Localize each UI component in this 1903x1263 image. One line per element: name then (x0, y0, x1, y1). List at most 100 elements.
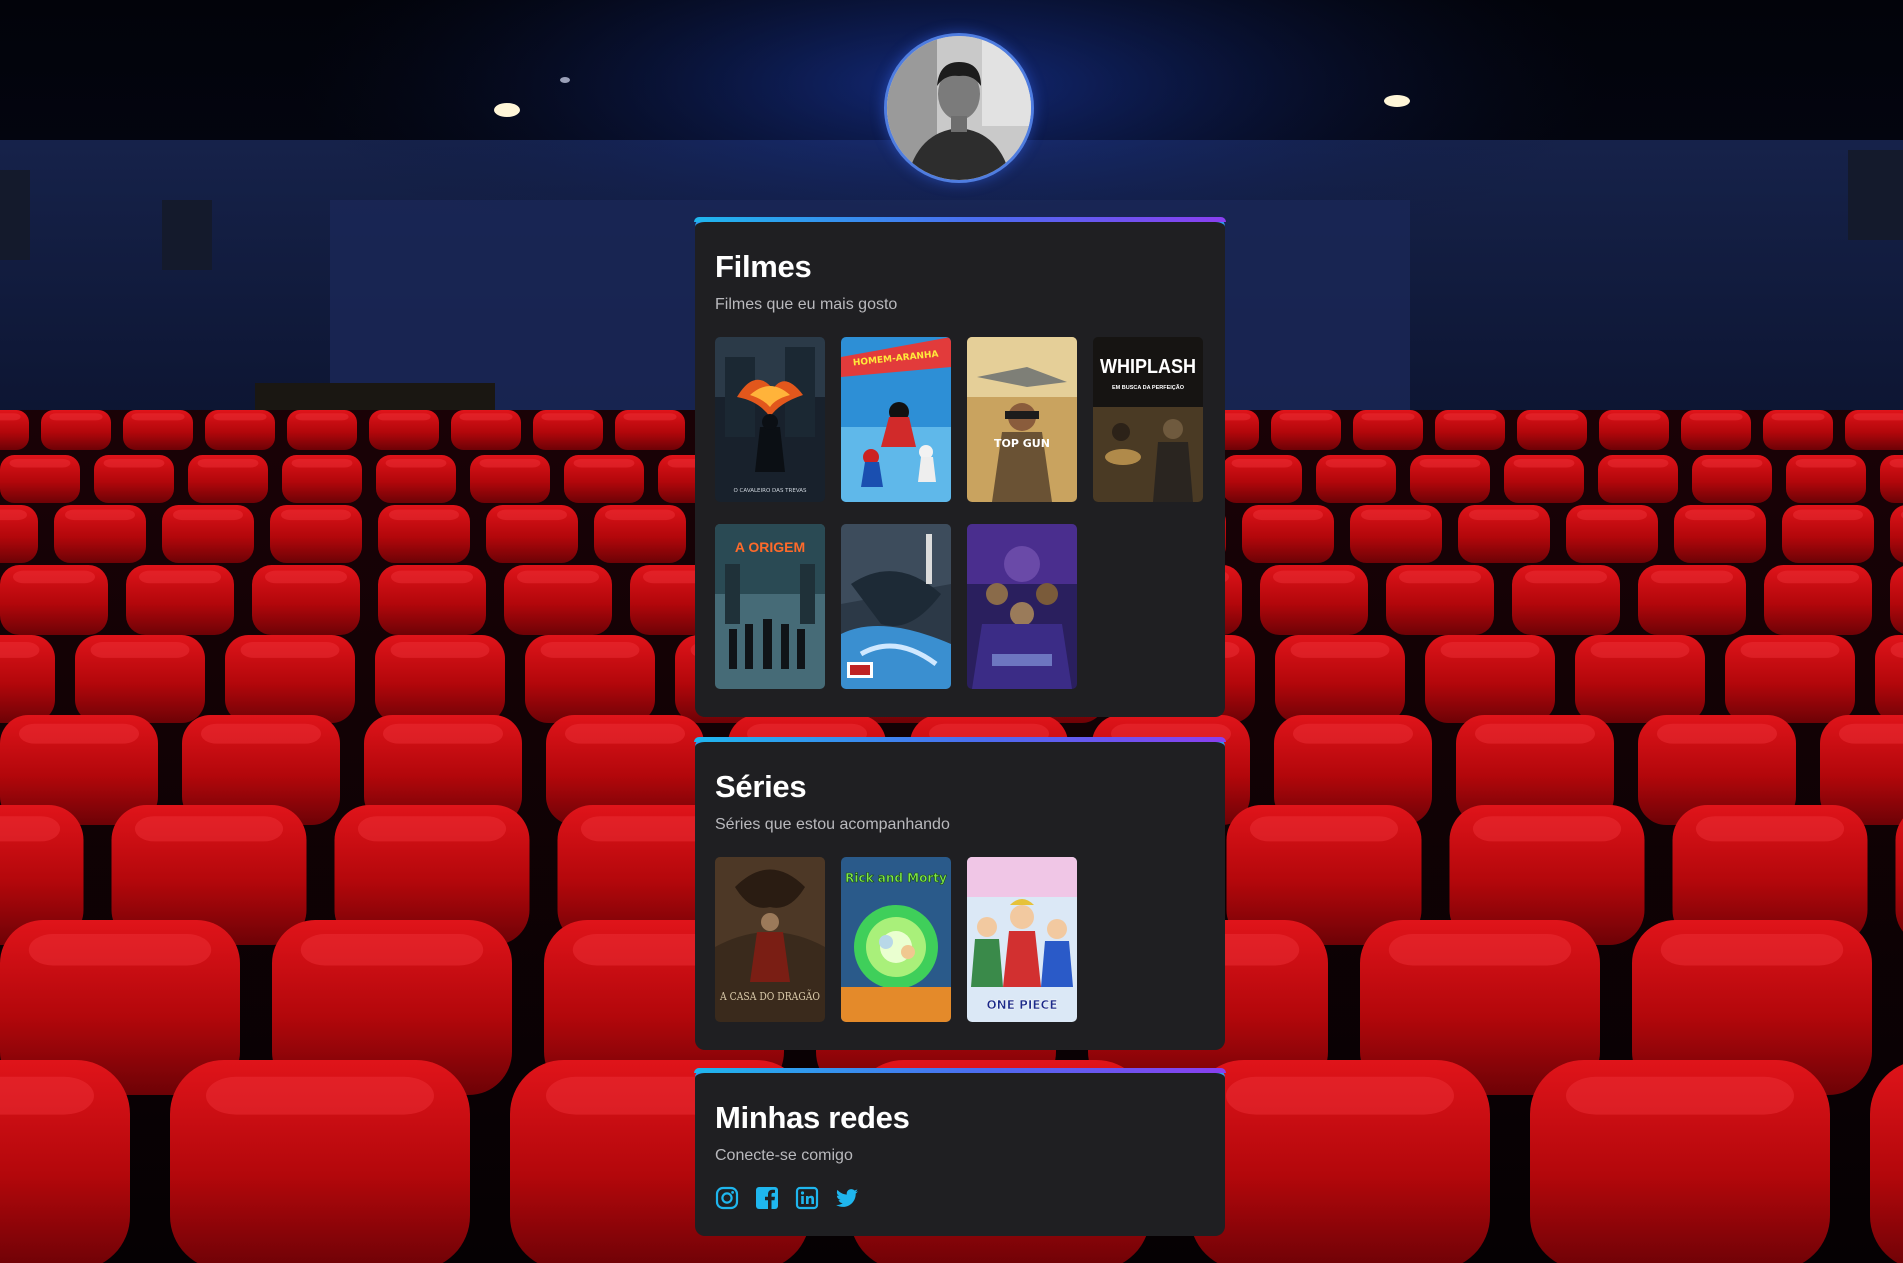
profile-photo (887, 36, 1031, 180)
cinema-seat-highlight (389, 509, 459, 521)
profile-avatar (884, 33, 1034, 183)
cinema-seat-highlight (1513, 458, 1575, 468)
cinema-seat-highlight (1524, 570, 1608, 584)
cinema-seat-highlight (623, 413, 677, 421)
spider-verse-poster[interactable]: HOMEM-ARANHA (841, 337, 951, 502)
rick-and-morty-poster[interactable]: Rick and Morty (841, 857, 951, 1022)
cinema-seat-highlight (1292, 723, 1414, 744)
cinema-seat-highlight (264, 570, 348, 584)
social-title: Minhas redes (715, 1100, 910, 1135)
cinema-seat-highlight (1607, 413, 1661, 421)
cinema-seat-highlight (1776, 570, 1860, 584)
top-gun-poster[interactable]: TOP GUN (967, 337, 1077, 502)
cinema-seat-highlight (1325, 458, 1387, 468)
inception-label: A ORIGEM (735, 539, 805, 555)
cinema-seat-highlight (1272, 570, 1356, 584)
cinema-seat-highlight (459, 413, 513, 421)
whiplash-label: WHIPLASH (1100, 356, 1196, 378)
twitter-icon[interactable] (835, 1186, 859, 1210)
inception-poster[interactable]: A ORIGEM (715, 524, 825, 689)
house-of-dragon-poster[interactable]: A CASA DO DRAGÃO (715, 857, 825, 1022)
cinema-seat-highlight (0, 509, 27, 521)
cinema-seat-highlight (1566, 1076, 1794, 1115)
cinema-seat-highlight (9, 458, 71, 468)
cinema-seat-highlight (390, 642, 490, 658)
cinema-seat-highlight (1419, 458, 1481, 468)
dark-knight-label: O CAVALEIRO DAS TREVAS (733, 488, 807, 494)
cinema-seat-highlight (605, 509, 675, 521)
cinema-seat-highlight (200, 723, 322, 744)
cinema-seat-highlight (1771, 413, 1825, 421)
cinema-seat-highlight (564, 723, 686, 744)
cinema-seat-highlight (1279, 413, 1333, 421)
instagram-icon[interactable] (715, 1186, 739, 1210)
cinema-seat-highlight (1440, 642, 1540, 658)
series-subtitle: Séries que estou acompanhando (715, 816, 950, 833)
cinema-seat-highlight (1660, 934, 1844, 966)
cinema-seat-highlight (516, 570, 600, 584)
cinema-seat-highlight (131, 413, 185, 421)
cinema-seat-highlight (0, 413, 21, 421)
linkedin-icon[interactable] (795, 1186, 819, 1210)
whiplash-poster[interactable]: WHIPLASH EM BUSCA DA PERFEIÇÃO (1093, 337, 1203, 502)
cinema-seat-highlight (1472, 816, 1622, 842)
series-title: Séries (715, 769, 807, 804)
cinema-seat-highlight (134, 816, 284, 842)
cinema-seat-highlight (1226, 1076, 1454, 1115)
cinema-seat-highlight (1398, 570, 1482, 584)
cinema-seat-highlight (357, 816, 507, 842)
cinema-seat-highlight (300, 934, 484, 966)
avengers-poster[interactable] (967, 524, 1077, 689)
cinema-seat-highlight (18, 723, 140, 744)
cinema-seat-highlight (1249, 816, 1399, 842)
facebook-icon[interactable] (755, 1186, 779, 1210)
demon-slayer-poster[interactable] (841, 524, 951, 689)
cinema-seat-highlight (12, 570, 96, 584)
cinema-seat-highlight (1525, 413, 1579, 421)
cinema-seat-highlight (65, 509, 135, 521)
cinema-seat-highlight (103, 458, 165, 468)
cinema-seat-highlight (1795, 458, 1857, 468)
cinema-seat-highlight (0, 1076, 94, 1115)
cinema-seat-highlight (291, 458, 353, 468)
cinema-seat-highlight (1590, 642, 1690, 658)
cinema-seat-highlight (382, 723, 504, 744)
cinema-seat-highlight (1701, 458, 1763, 468)
cinema-seat-highlight (1443, 413, 1497, 421)
cinema-seat-highlight (540, 642, 640, 658)
series-card: Séries Séries que estou acompanhando A C… (694, 737, 1226, 1050)
cinema-seat-highlight (479, 458, 541, 468)
cinema-seat-highlight (173, 509, 243, 521)
rick-and-morty-label: Rick and Morty (845, 871, 947, 885)
one-piece-poster[interactable]: ONE PIECE (967, 857, 1077, 1022)
dark-knight-poster[interactable]: O CAVALEIRO DAS TREVAS (715, 337, 825, 502)
cinema-seat-highlight (390, 570, 474, 584)
whiplash-sublabel: EM BUSCA DA PERFEIÇÃO (1112, 384, 1185, 391)
cinema-seat-highlight (0, 642, 40, 658)
cinema-seat-highlight (1469, 509, 1539, 521)
movies-title: Filmes (715, 249, 812, 284)
cinema-seat-highlight (1474, 723, 1596, 744)
cinema-seat-highlight (1853, 413, 1903, 421)
cinema-seat-highlight (1650, 570, 1734, 584)
cinema-seat-highlight (497, 509, 567, 521)
cinema-seat-highlight (1253, 509, 1323, 521)
one-piece-label: ONE PIECE (986, 998, 1057, 1012)
cinema-seat-highlight (1290, 642, 1390, 658)
series-grid: A CASA DO DRAGÃO Rick and Morty (715, 857, 1205, 1022)
cinema-seat-highlight (541, 413, 595, 421)
cinema-seat-highlight (1361, 413, 1415, 421)
cinema-seat-highlight (206, 1076, 434, 1115)
cinema-seat-highlight (1685, 509, 1755, 521)
social-subtitle: Conecte-se comigo (715, 1147, 853, 1164)
cinema-seat-highlight (295, 413, 349, 421)
cinema-seat-highlight (1361, 509, 1431, 521)
cinema-seat-highlight (1838, 723, 1903, 744)
cinema-seat-highlight (90, 642, 190, 658)
cinema-seat-highlight (49, 413, 103, 421)
cinema-seat-highlight (1740, 642, 1840, 658)
cinema-seat-highlight (385, 458, 447, 468)
cinema-seat-highlight (1656, 723, 1778, 744)
cinema-seat-highlight (0, 816, 61, 842)
cinema-seat-highlight (1577, 509, 1647, 521)
